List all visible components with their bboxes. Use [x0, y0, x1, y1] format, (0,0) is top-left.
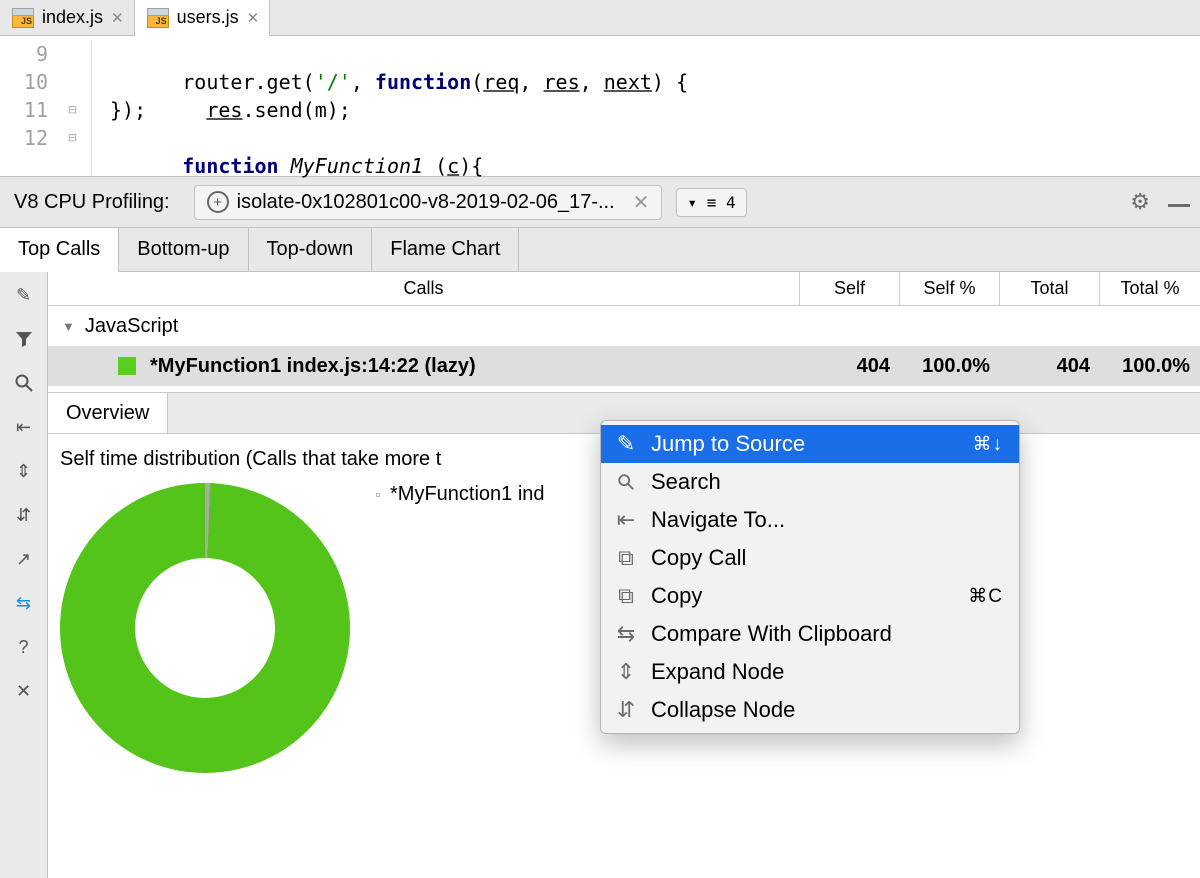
tree-row-label: *MyFunction1 index.js:14:22 (lazy) [150, 355, 476, 378]
tab-bottom-up[interactable]: Bottom-up [119, 228, 248, 271]
self-time-donut-chart [60, 483, 350, 773]
ctx-collapse-node[interactable]: ⇵ Collapse Node [601, 691, 1019, 729]
tab-overview[interactable]: Overview [48, 393, 168, 433]
minimize-icon[interactable] [1168, 204, 1190, 207]
js-file-icon: JS [147, 8, 169, 28]
edit-icon[interactable]: ✎ [9, 280, 39, 310]
navigate-icon: ⇤ [615, 507, 637, 533]
js-file-icon: JS [12, 8, 34, 28]
close-icon[interactable]: ✕ [111, 9, 124, 27]
export-icon[interactable]: ↗ [9, 544, 39, 574]
copy-icon: ⧉ [615, 545, 637, 571]
col-calls[interactable]: Calls [48, 272, 800, 305]
compare-icon: ⇆ [615, 621, 637, 647]
profiler-tabs: Top Calls Bottom-up Top-down Flame Chart [0, 228, 1200, 272]
series-color-chip [118, 357, 136, 375]
context-menu: ✎ Jump to Source ⌘↓ Search ⇤ Navigate To… [600, 420, 1020, 734]
tree-root[interactable]: ▼ JavaScript [48, 306, 1200, 346]
ctx-compare-clipboard[interactable]: ⇆ Compare With Clipboard [601, 615, 1019, 653]
expand-icon: ⇕ [615, 659, 637, 685]
compare-icon[interactable]: ⇆ [9, 588, 39, 618]
collapse-icon: ⇵ [615, 697, 637, 723]
tree-row-numbers: 404 100.0% 404 100.0% [800, 355, 1200, 378]
close-icon[interactable]: ✕ [247, 9, 260, 27]
code-editor[interactable]: 9 10 11 12 ⊟⊟ router.get('/', function(r… [0, 36, 1200, 176]
profiler-session-label: isolate-0x102801c00-v8-2019-02-06_17-... [237, 191, 615, 214]
file-tab-index[interactable]: JS index.js ✕ [0, 0, 135, 35]
code-content[interactable]: router.get('/', function(req, res, next)… [92, 40, 688, 176]
file-tab-users[interactable]: JS users.js ✕ [135, 0, 271, 36]
close-icon[interactable]: ✕ [633, 190, 650, 215]
file-tab-label: users.js [177, 7, 239, 28]
col-total[interactable]: Total [1000, 272, 1100, 305]
chevron-down-icon[interactable]: ▼ [62, 319, 75, 334]
tab-top-down[interactable]: Top-down [249, 228, 373, 271]
file-tab-label: index.js [42, 7, 103, 28]
class-count-dropdown[interactable]: ▾ ≡ 4 [676, 188, 746, 217]
profiler-title: V8 CPU Profiling: [14, 191, 170, 214]
tab-top-calls[interactable]: Top Calls [0, 228, 119, 272]
filter-icon[interactable] [9, 324, 39, 354]
ctx-copy-call[interactable]: ⧉ Copy Call [601, 539, 1019, 577]
search-icon[interactable] [9, 368, 39, 398]
gear-icon[interactable]: ⚙ [1130, 189, 1150, 215]
plus-circle-icon: + [207, 191, 229, 213]
profiler-side-toolbar: ✎ ⇤ ⇕ ⇵ ↗ ⇆ ? ✕ [0, 272, 48, 878]
columns-header: Calls Self Self % Total Total % [48, 272, 1200, 306]
ctx-copy[interactable]: ⧉ Copy ⌘C [601, 577, 1019, 615]
ctx-expand-node[interactable]: ⇕ Expand Node [601, 653, 1019, 691]
remove-icon[interactable]: ✕ [9, 676, 39, 706]
tab-flame-chart[interactable]: Flame Chart [372, 228, 519, 271]
legend-label: *MyFunction1 ind [390, 483, 545, 506]
ctx-jump-to-source[interactable]: ✎ Jump to Source ⌘↓ [601, 425, 1019, 463]
profiler-session-button[interactable]: + isolate-0x102801c00-v8-2019-02-06_17-.… [194, 185, 663, 220]
tree-row-selected[interactable]: *MyFunction1 index.js:14:22 (lazy) 404 1… [48, 346, 1200, 386]
copy-icon: ⧉ [615, 583, 637, 609]
profiler-header: V8 CPU Profiling: + isolate-0x102801c00-… [0, 176, 1200, 228]
col-self[interactable]: Self [800, 272, 900, 305]
ctx-search[interactable]: Search [601, 463, 1019, 501]
chart-legend: *MyFunction1 ind [376, 483, 545, 506]
col-selfp[interactable]: Self % [900, 272, 1000, 305]
file-tabs: JS index.js ✕ JS users.js ✕ [0, 0, 1200, 36]
call-tree: ▼ JavaScript *MyFunction1 index.js:14:22… [48, 306, 1200, 386]
collapse-all-icon[interactable]: ⇵ [9, 500, 39, 530]
expand-all-icon[interactable]: ⇕ [9, 456, 39, 486]
search-icon [615, 473, 637, 491]
ctx-navigate-to[interactable]: ⇤ Navigate To... [601, 501, 1019, 539]
pencil-icon: ✎ [615, 431, 637, 457]
col-totalp[interactable]: Total % [1100, 272, 1200, 305]
line-number-gutter: 9 10 11 12 [0, 40, 54, 176]
navigate-icon[interactable]: ⇤ [9, 412, 39, 442]
fold-gutter: ⊟⊟ [54, 40, 92, 176]
help-icon[interactable]: ? [9, 632, 39, 662]
tree-root-label: JavaScript [85, 315, 178, 338]
